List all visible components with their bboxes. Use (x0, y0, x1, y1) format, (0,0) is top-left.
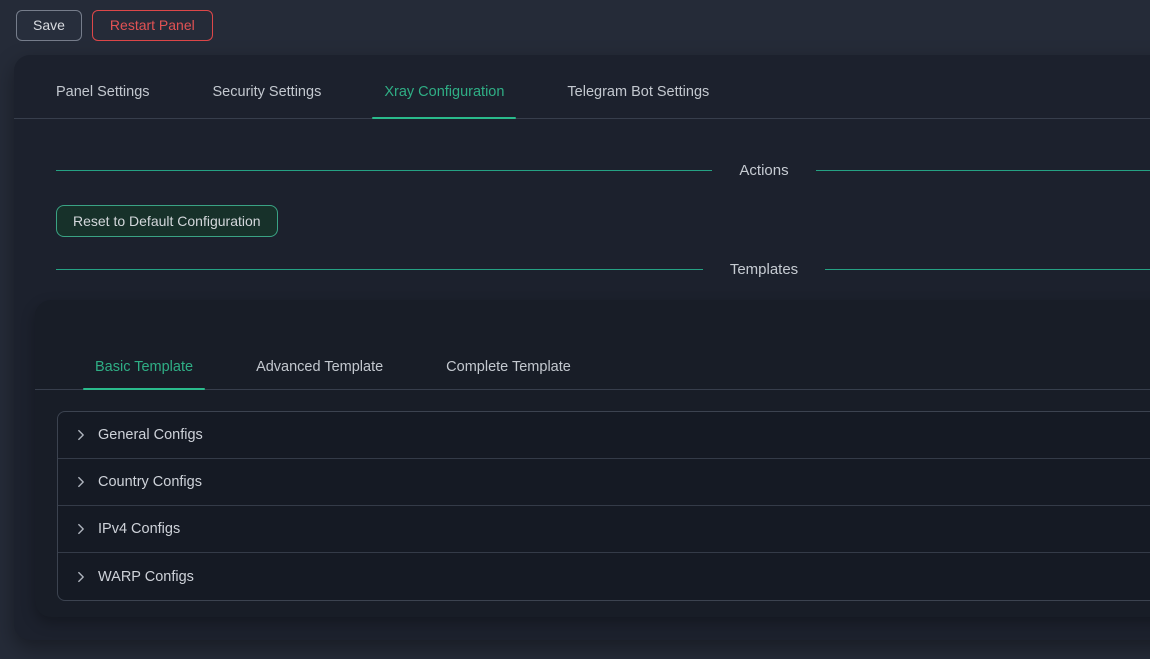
collapse-header-label: IPv4 Configs (98, 521, 180, 537)
templates-divider: Templates (56, 256, 1150, 282)
divider-line (56, 269, 703, 270)
collapse-header-label: WARP Configs (98, 569, 194, 585)
tab-basic-template[interactable]: Basic Template (83, 357, 205, 389)
chevron-right-icon (74, 475, 88, 489)
topbar: Save Restart Panel (0, 0, 1150, 50)
actions-divider: Actions (56, 157, 1150, 183)
collapse-header-label: Country Configs (98, 474, 202, 490)
tab-complete-template[interactable]: Complete Template (434, 357, 583, 389)
reset-default-configuration-button[interactable]: Reset to Default Configuration (56, 205, 278, 237)
restart-panel-button[interactable]: Restart Panel (92, 10, 213, 41)
templates-divider-label: Templates (703, 261, 825, 278)
collapse-header-label: General Configs (98, 427, 203, 443)
collapse-country-configs[interactable]: Country Configs (58, 459, 1150, 506)
actions-divider-label: Actions (712, 162, 815, 179)
tab-panel-settings[interactable]: Panel Settings (44, 82, 162, 118)
tab-telegram-bot-settings[interactable]: Telegram Bot Settings (555, 82, 721, 118)
settings-tabs: Panel Settings Security Settings Xray Co… (14, 55, 1150, 119)
save-button[interactable]: Save (16, 10, 82, 41)
template-collapse: General Configs Country Configs IPv4 Con… (57, 411, 1150, 601)
collapse-ipv4-configs[interactable]: IPv4 Configs (58, 506, 1150, 553)
tab-xray-configuration[interactable]: Xray Configuration (372, 82, 516, 118)
divider-line (816, 170, 1150, 171)
tab-advanced-template[interactable]: Advanced Template (244, 357, 395, 389)
settings-card: Panel Settings Security Settings Xray Co… (14, 55, 1150, 640)
tab-security-settings[interactable]: Security Settings (201, 82, 334, 118)
collapse-warp-configs[interactable]: WARP Configs (58, 553, 1150, 600)
collapse-general-configs[interactable]: General Configs (58, 412, 1150, 459)
chevron-right-icon (74, 428, 88, 442)
templates-card: Basic Template Advanced Template Complet… (35, 300, 1150, 617)
chevron-right-icon (74, 570, 88, 584)
template-tabs: Basic Template Advanced Template Complet… (35, 300, 1150, 390)
divider-line (56, 170, 712, 171)
divider-line (825, 269, 1150, 270)
chevron-right-icon (74, 522, 88, 536)
